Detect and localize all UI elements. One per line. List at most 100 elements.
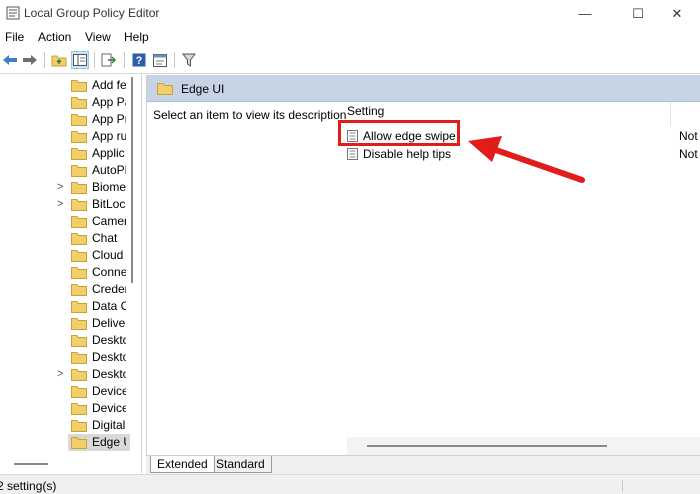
show-hide-tree-button[interactable] — [71, 51, 89, 69]
tree-item[interactable]: Applic — [0, 145, 130, 162]
folder-icon — [71, 368, 87, 381]
up-one-level-button[interactable] — [50, 51, 68, 69]
tab-standard[interactable]: Standard — [210, 456, 272, 473]
description-text: Select an item to view its description. — [153, 108, 350, 122]
tree-item-label: App Pa — [92, 95, 126, 109]
tab-extended[interactable]: Extended — [150, 456, 215, 473]
help-button[interactable]: ? — [130, 51, 148, 69]
menu-file[interactable]: File — [5, 30, 24, 44]
tree-item[interactable]: Cloud — [0, 247, 130, 264]
forward-arrow-icon — [23, 55, 37, 65]
tree-item-label: Camer — [92, 214, 126, 228]
menu-bar: File Action View Help — [0, 27, 700, 47]
tree-item-label: App ru — [92, 129, 126, 143]
folder-icon — [71, 198, 87, 211]
tree-item-label: Edge U — [92, 435, 126, 449]
tree-item[interactable]: AutoPl — [0, 162, 130, 179]
details-horizontal-scroll-thumb[interactable] — [367, 445, 607, 447]
help-icon: ? — [132, 53, 146, 67]
tree-item[interactable]: Data C — [0, 298, 130, 315]
tree-item[interactable]: Deskto — [0, 332, 130, 349]
toolbar-separator — [44, 52, 45, 68]
tree-item[interactable]: Device — [0, 400, 130, 417]
tree-item-label: Conne — [92, 265, 126, 279]
details-header: Edge UI — [147, 75, 700, 102]
tree-item-label: Deskto — [92, 350, 126, 364]
back-button[interactable] — [1, 51, 19, 69]
tree-item[interactable]: App ru — [0, 128, 130, 145]
policy-setting-icon — [347, 148, 358, 160]
tree-item[interactable]: App Pa — [0, 94, 130, 111]
minimize-icon: — — [578, 6, 592, 21]
tree-item-label: App Pr — [92, 112, 126, 126]
tree-item-selected[interactable]: Edge U — [68, 434, 130, 451]
folder-icon — [71, 317, 87, 330]
tree-item[interactable]: Add fe — [0, 77, 130, 94]
toolbar-separator — [124, 52, 125, 68]
svg-text:?: ? — [136, 55, 143, 67]
tree-item-label: Device — [92, 401, 126, 415]
tree-item[interactable]: App Pr — [0, 111, 130, 128]
chevron-right-icon[interactable]: > — [57, 181, 63, 193]
chevron-right-icon[interactable]: > — [57, 198, 63, 210]
properties-button[interactable] — [151, 51, 169, 69]
column-header-setting[interactable]: Setting — [347, 104, 384, 118]
tree-horizontal-scrollbar[interactable] — [0, 455, 142, 473]
tree-item[interactable]: Creder — [0, 281, 130, 298]
folder-icon — [71, 79, 87, 92]
folder-icon — [71, 266, 87, 279]
folder-icon — [71, 164, 87, 177]
filter-icon — [182, 53, 196, 67]
forward-button[interactable] — [21, 51, 39, 69]
menu-action[interactable]: Action — [38, 30, 71, 44]
column-divider[interactable] — [670, 102, 671, 126]
tree-item-label: Deliver — [92, 316, 126, 330]
folder-icon — [71, 385, 87, 398]
folder-icon — [71, 334, 87, 347]
folder-icon — [71, 113, 87, 126]
folder-icon — [71, 215, 87, 228]
menu-help[interactable]: Help — [124, 30, 149, 44]
folder-icon — [71, 96, 87, 109]
window-title: Local Group Policy Editor — [24, 6, 160, 20]
tree-item[interactable]: Conne — [0, 264, 130, 281]
chevron-right-icon[interactable]: > — [57, 368, 63, 380]
folder-icon — [71, 419, 87, 432]
details-horizontal-scrollbar[interactable] — [347, 437, 700, 455]
tree-vertical-scrollbar[interactable] — [131, 77, 133, 283]
maximize-icon: ☐ — [632, 5, 644, 21]
folder-icon — [71, 402, 87, 415]
up-folder-icon — [51, 55, 67, 67]
folder-icon — [157, 83, 173, 95]
tree-item[interactable]: Camer — [0, 213, 130, 230]
tree-item[interactable]: Chat — [0, 230, 130, 247]
folder-icon — [71, 351, 87, 364]
tree-item[interactable]: Deliver — [0, 315, 130, 332]
highlight-annotation-box — [338, 120, 460, 146]
tree-item[interactable]: Digital — [0, 417, 130, 434]
tree-horizontal-scroll-thumb[interactable] — [14, 463, 48, 465]
tree-item[interactable]: > Biome — [0, 179, 130, 196]
tree-item-label: Add fe — [92, 78, 126, 92]
status-text: 2 setting(s) — [0, 479, 57, 493]
tree-item[interactable]: > BitLocl — [0, 196, 130, 213]
menu-view[interactable]: View — [85, 30, 111, 44]
setting-name: Disable help tips — [363, 147, 452, 161]
toolbar: ? — [0, 48, 700, 74]
tree-item[interactable]: Deskto — [0, 349, 130, 366]
tree-item-label: Biome — [92, 180, 126, 194]
export-list-button[interactable] — [100, 51, 118, 69]
group-policy-app-icon — [6, 6, 20, 20]
title-bar: Local Group Policy Editor — ☐ ✕ — [0, 0, 700, 27]
filter-button[interactable] — [180, 51, 198, 69]
tree-pane[interactable]: Add fe App Pa App Pr App ru Applic AutoPl > Bio… — [0, 75, 142, 455]
view-tabs: Extended Standard — [146, 455, 700, 474]
back-arrow-icon — [3, 55, 17, 65]
close-icon: ✕ — [671, 5, 683, 21]
show-hide-tree-icon — [73, 54, 87, 66]
minimize-button[interactable]: — — [562, 0, 608, 27]
tree-item[interactable]: Device — [0, 383, 130, 400]
folder-icon — [71, 147, 87, 160]
tree-item[interactable]: > Deskto — [0, 366, 130, 383]
close-button[interactable]: ✕ — [654, 0, 700, 27]
